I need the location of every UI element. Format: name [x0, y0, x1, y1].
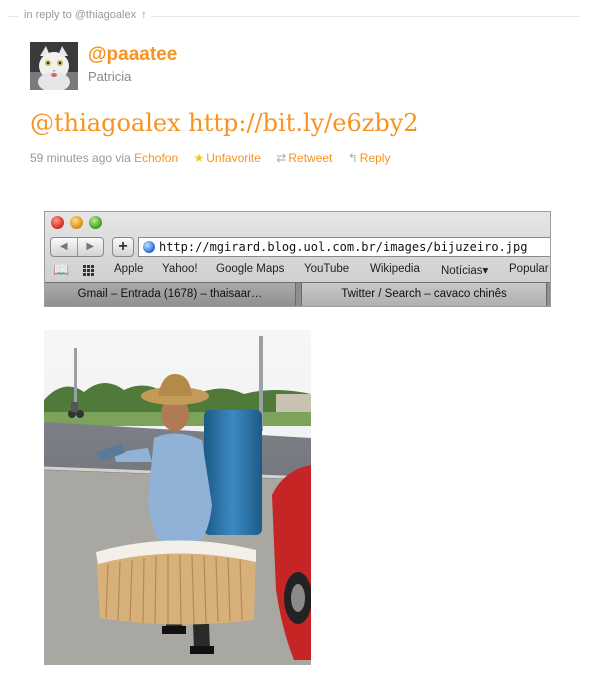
cat-avatar-icon [30, 42, 78, 90]
client-link[interactable]: Echofon [134, 151, 178, 165]
full-name: Patricia [88, 69, 132, 84]
tweet-text: @thiagoalex http://bit.ly/e6zby2 [30, 109, 419, 137]
address-bar: http://mgirard.blog.uol.com.br/images/bi… [138, 237, 550, 257]
vendor-photo [44, 330, 311, 665]
bookmark-item: Yahoo! [162, 263, 198, 275]
bookmark-item: YouTube [304, 263, 350, 275]
tweet-meta: 59 minutes ago via Echofon ★ Unfavorite ⇄… [30, 151, 390, 165]
browser-tab-bar: Gmail – Entrada (1678) – thaisaar… Twitt… [45, 282, 550, 306]
star-icon: ★ [193, 151, 205, 165]
via-label: via [115, 151, 131, 165]
globe-icon [143, 241, 155, 253]
bookmark-item: Notícias▾ [441, 265, 489, 277]
zoom-dot-icon [89, 216, 102, 229]
unfavorite-button[interactable]: ★ Unfavorite [193, 151, 264, 165]
minimize-dot-icon [70, 216, 83, 229]
timestamp[interactable]: 59 minutes ago [30, 151, 112, 165]
close-dot-icon [51, 216, 64, 229]
bookmarks-bar: 📖 Apple Yahoo! Google Maps YouTube Wikip… [45, 260, 550, 280]
bookmark-item: Google Maps [216, 263, 285, 275]
retweet-icon: ⇄ [276, 151, 287, 165]
photo-image [44, 330, 311, 665]
up-arrow-icon: ↑ [141, 9, 147, 21]
browser-screenshot: ◀ ▶ + http://mgirard.blog.uol.com.br/ima… [44, 211, 551, 307]
retweet-label: Retweet [288, 151, 333, 165]
screen-name-link[interactable]: @paaatee [88, 44, 177, 66]
bookmark-item: Apple [114, 263, 144, 275]
browser-tab: Gmail – Entrada (1678) – thaisaar… [45, 283, 296, 306]
address-text: http://mgirard.blog.uol.com.br/images/bi… [159, 240, 528, 254]
back-forward-buttons: ◀ ▶ [50, 237, 104, 257]
bookmark-item: Popular [509, 263, 549, 275]
short-url-link[interactable]: http://bit.ly/e6zby2 [188, 109, 418, 137]
mention-link[interactable]: @thiagoalex [30, 109, 181, 137]
grid-icon [83, 265, 94, 276]
plus-icon: + [112, 237, 134, 257]
reply-button[interactable]: ↰ Reply [348, 151, 391, 165]
unfavorite-label: Unfavorite [206, 151, 261, 165]
back-arrow-icon: ◀ [51, 238, 78, 256]
in-reply-to-label: in reply to @thiagoalex [24, 9, 137, 21]
retweet-button[interactable]: ⇄ Retweet [276, 151, 335, 165]
in-reply-to-link[interactable]: in reply to @thiagoalex ↑ [18, 9, 151, 21]
reply-arrow-icon: ↰ [347, 151, 358, 165]
book-icon: 📖 [53, 262, 70, 277]
bookmark-item: Wikipedia [370, 263, 420, 275]
reply-label: Reply [359, 151, 391, 165]
avatar[interactable] [30, 42, 78, 90]
forward-arrow-icon: ▶ [86, 241, 95, 252]
browser-tab: Twitter / Search – cavaco chinês [301, 283, 547, 306]
